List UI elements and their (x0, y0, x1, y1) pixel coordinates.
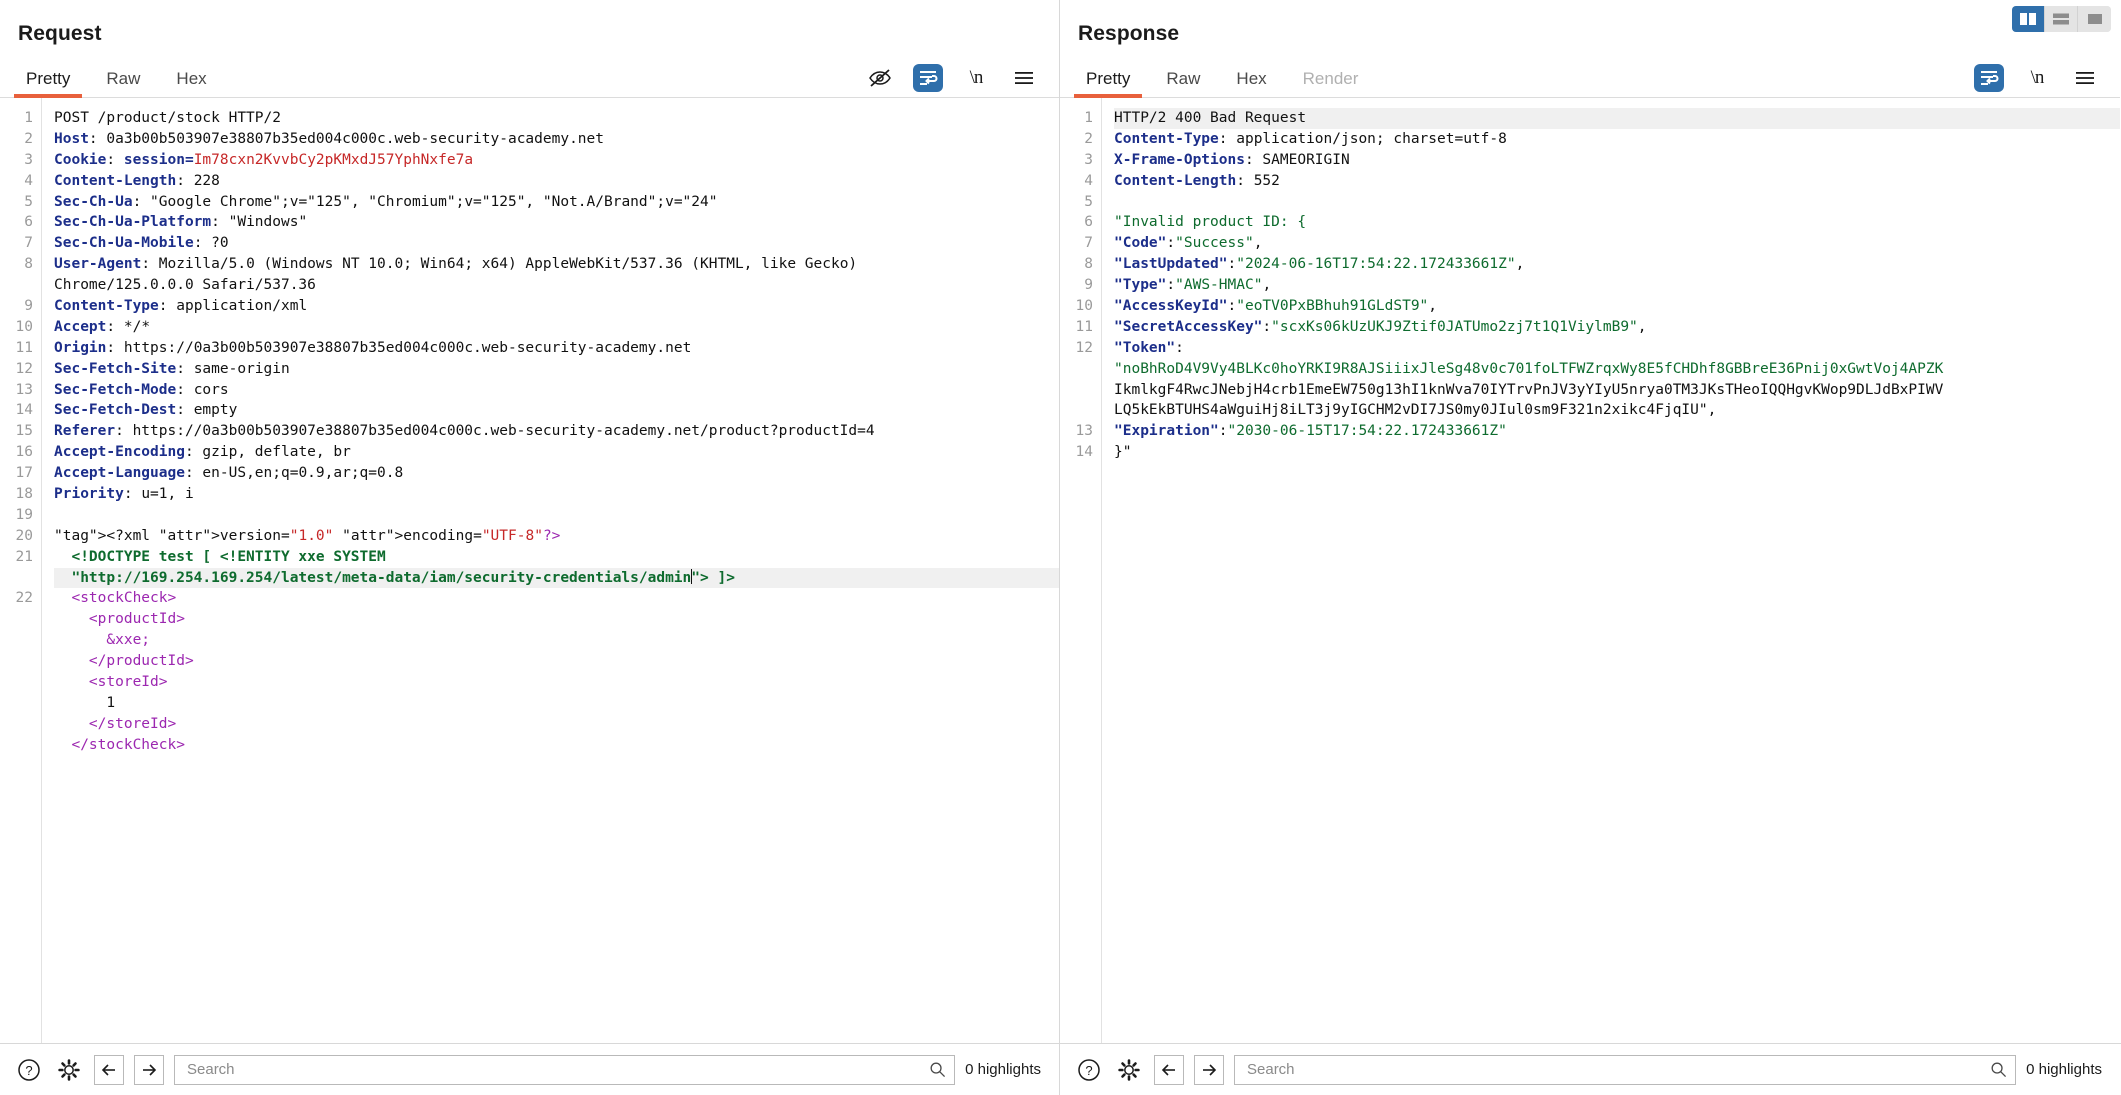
request-tab-pretty[interactable]: Pretty (8, 65, 88, 98)
response-footer: ? Search 0 highlights (1060, 1044, 2120, 1095)
word-wrap-glyph (1981, 71, 1999, 85)
word-wrap-icon[interactable] (1974, 64, 2004, 92)
help-icon[interactable]: ? (14, 1055, 44, 1085)
search-next-button[interactable] (134, 1054, 164, 1085)
response-code[interactable]: HTTP/2 400 Bad Request Content-Type: appl… (1102, 98, 2120, 1043)
help-icon[interactable]: ? (1074, 1055, 1104, 1085)
request-tab-tools: \n (865, 63, 1059, 97)
request-tabbar: Pretty Raw Hex \n (0, 58, 1059, 98)
eye-slash-glyph (869, 69, 891, 87)
request-tab-hex[interactable]: Hex (158, 65, 224, 97)
layout-switcher (2012, 6, 2111, 32)
response-tab-hex[interactable]: Hex (1218, 65, 1284, 97)
search-prev-button[interactable] (1154, 1054, 1184, 1085)
hide-icon[interactable] (865, 63, 895, 93)
request-gutter: 1234567809101112131415161718192021022000… (0, 98, 42, 1043)
vertical-split-icon (2020, 13, 2036, 25)
search-next-button[interactable] (1194, 1054, 1224, 1085)
gear-icon[interactable] (1114, 1055, 1144, 1085)
menu-icon[interactable] (1009, 63, 1039, 93)
request-search-box[interactable] (174, 1054, 956, 1085)
search-input[interactable] (1245, 1060, 1991, 1079)
help-glyph: ? (18, 1058, 40, 1081)
response-tab-pretty[interactable]: Pretty (1068, 65, 1148, 98)
gear-icon[interactable] (54, 1055, 84, 1085)
layout-vertical-split-button[interactable] (2012, 6, 2045, 32)
horizontal-split-icon (2053, 13, 2069, 25)
request-highlights-count: 0 highlights (965, 1061, 1041, 1078)
response-tab-raw[interactable]: Raw (1148, 65, 1218, 97)
request-code[interactable]: POST /product/stock HTTP/2 Host: 0a3b00b5… (42, 98, 1059, 1043)
response-search-box[interactable] (1234, 1054, 2017, 1085)
hamburger-glyph (2076, 72, 2094, 84)
request-pane: Request Pretty Raw Hex \n 1 2 3 4 5 6 7 … (0, 0, 1060, 1043)
response-tab-tools: \n (1974, 63, 2120, 97)
response-tabbar: Pretty Raw Hex Render \n (1060, 58, 2120, 98)
search-icon[interactable] (929, 1061, 946, 1078)
svg-text:?: ? (1085, 1063, 1092, 1078)
layout-horizontal-split-button[interactable] (2045, 6, 2078, 32)
newline-icon[interactable]: \n (2022, 63, 2052, 93)
response-title: Response (1078, 22, 1180, 45)
hamburger-glyph (1015, 72, 1033, 84)
response-highlights-count: 0 highlights (2026, 1061, 2102, 1078)
response-tab-render: Render (1302, 69, 1359, 88)
svg-text:?: ? (25, 1063, 32, 1078)
arrow-left-icon (101, 1063, 115, 1076)
response-gutter: 1234567891011120001314 (1060, 98, 1102, 1043)
search-prev-button[interactable] (94, 1054, 124, 1085)
layout-single-pane-button[interactable] (2078, 6, 2111, 32)
arrow-left-icon (1161, 1063, 1175, 1076)
request-tab-raw[interactable]: Raw (88, 65, 158, 97)
newline-label: \n (969, 67, 984, 88)
request-editor[interactable]: 1234567809101112131415161718192021022000… (0, 98, 1059, 1043)
arrow-right-icon (143, 1063, 157, 1076)
request-footer: ? Search 0 highlights (0, 1044, 1060, 1095)
request-title: Request (18, 22, 102, 45)
gear-glyph (58, 1058, 80, 1081)
single-pane-icon (2087, 14, 2102, 24)
word-wrap-glyph (920, 71, 938, 85)
menu-icon[interactable] (2070, 63, 2100, 93)
newline-label: \n (2030, 67, 2045, 88)
arrow-right-icon (1203, 1063, 1217, 1076)
response-pane: Response Pretty Raw Hex Render \n 1 2 3 … (1060, 0, 2120, 1043)
panes-container: Request Pretty Raw Hex \n 1 2 3 4 5 6 7 … (0, 0, 2121, 1043)
search-icon[interactable] (1990, 1061, 2007, 1078)
gear-glyph (1118, 1058, 1140, 1081)
response-editor[interactable]: 1234567891011120001314 HTTP/2 400 Bad Re… (1060, 98, 2120, 1043)
newline-icon[interactable]: \n (961, 63, 991, 93)
footer-bar: ? Search 0 highlights ? Search 0 highlig… (0, 1043, 2121, 1095)
word-wrap-icon[interactable] (913, 64, 943, 92)
help-glyph: ? (1078, 1058, 1100, 1081)
burp-message-editor: Request Pretty Raw Hex \n 1 2 3 4 5 6 7 … (0, 0, 2121, 1095)
search-input[interactable] (185, 1060, 930, 1079)
